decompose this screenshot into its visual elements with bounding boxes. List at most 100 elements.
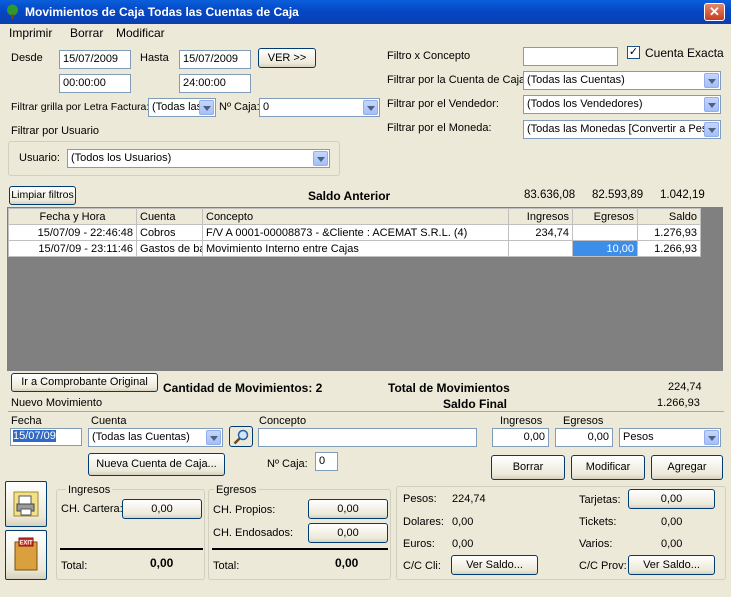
cell-ingresos bbox=[508, 240, 573, 257]
chevron-down-icon bbox=[704, 122, 719, 137]
chevron-down-icon bbox=[199, 100, 214, 115]
ch-endosados-button[interactable]: 0,00 bbox=[308, 523, 388, 543]
moneda-filter-select[interactable]: (Todas las Monedas [Convertir a Peso bbox=[523, 120, 721, 139]
exit-button[interactable]: EXIT bbox=[5, 530, 47, 580]
saldo-anterior-egresos: 82.593,89 bbox=[592, 189, 644, 201]
cuenta-exacta-checkbox[interactable]: ✓ bbox=[627, 46, 640, 59]
dolares-value: 0,00 bbox=[452, 516, 474, 528]
search-icon bbox=[233, 429, 249, 445]
table-row[interactable]: 15/07/09 - 22:46:48 Cobros F/V A 0001-00… bbox=[8, 224, 701, 241]
tarjetas-button[interactable]: 0,00 bbox=[628, 489, 715, 509]
cell-cuenta: Cobros bbox=[136, 224, 203, 241]
nueva-cuenta-button[interactable]: Nueva Cuenta de Caja... bbox=[88, 453, 225, 476]
menu-bar: Imprimir Borrar Modificar bbox=[0, 24, 731, 42]
moneda-filter-label: Filtrar por el Moneda: bbox=[387, 122, 492, 134]
hasta-date-input[interactable]: 15/07/2009 bbox=[179, 50, 251, 69]
cuenta-label: Cuenta bbox=[91, 415, 127, 427]
letra-select[interactable]: (Todas las bbox=[148, 98, 216, 117]
concepto-filter-input[interactable] bbox=[523, 47, 618, 66]
svg-text:EXIT: EXIT bbox=[19, 541, 33, 547]
saldo-anterior-saldo: 1.042,19 bbox=[660, 189, 705, 201]
chevron-down-icon bbox=[704, 73, 719, 88]
chevron-down-icon bbox=[206, 430, 221, 445]
ch-endosados-label: CH. Endosados: bbox=[213, 527, 294, 539]
saldo-anterior-label: Saldo Anterior bbox=[308, 189, 391, 203]
hasta-label: Hasta bbox=[140, 52, 169, 64]
col-fecha[interactable]: Fecha y Hora bbox=[8, 208, 137, 225]
fecha-label: Fecha bbox=[11, 415, 42, 427]
tickets-label: Tickets: bbox=[579, 516, 617, 528]
caja-label: Nº Caja: bbox=[219, 101, 260, 113]
ch-propios-button[interactable]: 0,00 bbox=[308, 499, 388, 519]
tarjetas-label: Tarjetas: bbox=[579, 494, 621, 506]
concepto-filter-label: Filtro x Concepto bbox=[387, 50, 471, 62]
ingresos-total-value: 0,00 bbox=[150, 556, 174, 570]
movimientos-grid[interactable]: Fecha y Hora Cuenta Concepto Ingresos Eg… bbox=[7, 207, 723, 371]
ch-propios-label: CH. Propios: bbox=[213, 504, 276, 516]
cuenta-select[interactable]: (Todas las Cuentas) bbox=[88, 428, 223, 447]
moneda-select[interactable]: Pesos bbox=[619, 428, 721, 447]
concepto-label: Concepto bbox=[259, 415, 307, 427]
concepto-input[interactable] bbox=[258, 428, 477, 447]
col-saldo[interactable]: Saldo bbox=[637, 208, 701, 225]
egresos-group-label: Egresos bbox=[214, 484, 259, 496]
table-row[interactable]: 15/07/09 - 23:11:46 Gastos de ba Movimie… bbox=[8, 240, 701, 257]
hasta-time-input[interactable]: 24:00:00 bbox=[179, 74, 251, 93]
chevron-down-icon bbox=[363, 100, 378, 115]
cell-ingresos: 234,74 bbox=[508, 224, 573, 241]
chevron-down-icon bbox=[704, 97, 719, 112]
egresos-input[interactable]: 0,00 bbox=[555, 428, 613, 447]
close-button[interactable]: ✕ bbox=[704, 3, 725, 21]
desde-label: Desde bbox=[11, 52, 43, 64]
ingresos-input[interactable]: 0,00 bbox=[492, 428, 549, 447]
menu-imprimir[interactable]: Imprimir bbox=[9, 26, 52, 40]
nro-caja-input[interactable]: 0 bbox=[315, 452, 338, 471]
cell-egresos-selected[interactable]: 10,00 bbox=[572, 240, 638, 257]
ir-comprobante-button[interactable]: Ir a Comprobante Original bbox=[11, 373, 158, 392]
window-title: Movimientos de Caja Todas las Cuentas de… bbox=[25, 5, 299, 19]
col-concepto[interactable]: Concepto bbox=[202, 208, 509, 225]
total-movimientos-value: 224,74 bbox=[668, 381, 702, 393]
ch-cartera-button[interactable]: 0,00 bbox=[122, 499, 202, 519]
cantidad-movimientos: Cantidad de Movimientos: 2 bbox=[163, 381, 323, 395]
desde-time-input[interactable]: 00:00:00 bbox=[59, 74, 131, 93]
cell-saldo: 1.266,93 bbox=[637, 240, 701, 257]
cc-prov-ver-saldo-button[interactable]: Ver Saldo... bbox=[628, 555, 715, 575]
print-button[interactable] bbox=[5, 481, 47, 527]
chevron-down-icon bbox=[313, 151, 328, 166]
usuario-label: Usuario: bbox=[19, 152, 60, 164]
cell-fecha: 15/07/09 - 23:11:46 bbox=[8, 240, 137, 257]
col-egresos[interactable]: Egresos bbox=[572, 208, 638, 225]
menu-borrar[interactable]: Borrar bbox=[70, 26, 103, 40]
menu-modificar[interactable]: Modificar bbox=[116, 26, 165, 40]
dolares-label: Dolares: bbox=[403, 516, 444, 528]
col-ingresos[interactable]: Ingresos bbox=[508, 208, 573, 225]
search-button[interactable] bbox=[229, 426, 253, 447]
caja-select[interactable]: 0 bbox=[259, 98, 380, 117]
vendedor-select[interactable]: (Todos los Vendedores) bbox=[523, 95, 721, 114]
usuario-group-label: Filtrar por Usuario bbox=[11, 125, 100, 137]
ingresos-label: Ingresos bbox=[500, 415, 543, 427]
agregar-button[interactable]: Agregar bbox=[651, 455, 723, 480]
limpiar-filtros-button[interactable]: Limpiar filtros bbox=[9, 186, 76, 205]
pesos-label: Pesos: bbox=[403, 493, 437, 505]
usuario-select[interactable]: (Todos los Usuarios) bbox=[67, 149, 330, 168]
cuenta-caja-select[interactable]: (Todas las Cuentas) bbox=[523, 71, 721, 90]
borrar-button[interactable]: Borrar bbox=[491, 455, 565, 480]
grid-header-row: Fecha y Hora Cuenta Concepto Ingresos Eg… bbox=[8, 208, 701, 225]
egresos-label: Egresos bbox=[563, 415, 604, 427]
nro-caja-label: Nº Caja: bbox=[267, 458, 308, 470]
tickets-value: 0,00 bbox=[661, 516, 683, 528]
ingresos-group-label: Ingresos bbox=[66, 484, 113, 496]
desde-date-input[interactable]: 15/07/2009 bbox=[59, 50, 131, 69]
col-cuenta[interactable]: Cuenta bbox=[136, 208, 203, 225]
divider bbox=[212, 548, 388, 550]
total-movimientos-label: Total de Movimientos bbox=[388, 381, 510, 395]
modificar-button[interactable]: Modificar bbox=[571, 455, 645, 480]
cc-cli-ver-saldo-button[interactable]: Ver Saldo... bbox=[451, 555, 538, 575]
cc-cli-label: C/C Cli: bbox=[403, 560, 441, 572]
ver-button[interactable]: VER >> bbox=[258, 48, 316, 68]
fecha-input[interactable]: 15/07/09 bbox=[10, 428, 82, 446]
cell-concepto: F/V A 0001-00008873 - &Cliente : ACEMAT … bbox=[202, 224, 509, 241]
cell-saldo: 1.276,93 bbox=[637, 224, 701, 241]
